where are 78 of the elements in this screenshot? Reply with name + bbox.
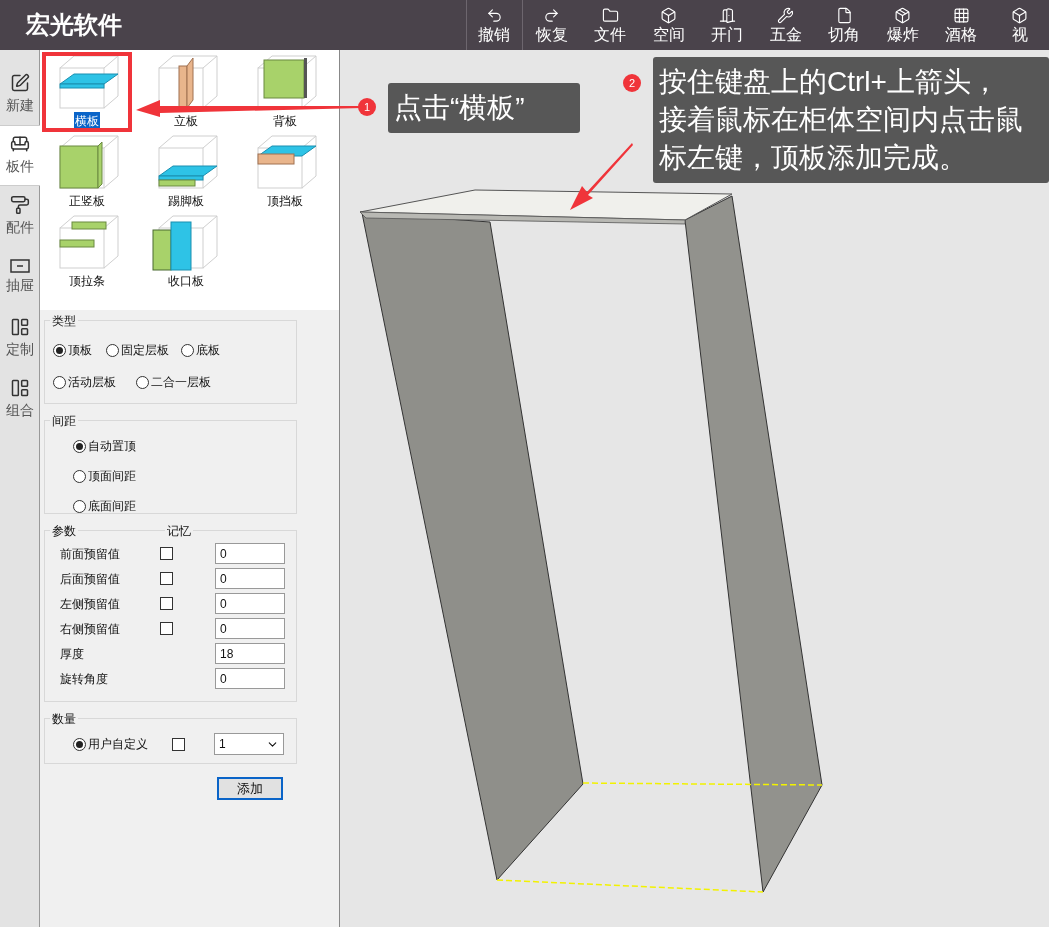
param-label: 右侧预留值: [59, 620, 121, 638]
value-input[interactable]: 0: [215, 543, 285, 564]
side-tab[interactable]: 抽屉: [0, 247, 39, 308]
side-tab[interactable]: 板件: [0, 125, 40, 186]
value-input[interactable]: 0: [215, 568, 285, 589]
board-type-item[interactable]: 收口板: [141, 212, 231, 292]
app-title: 宏光软件: [26, 10, 123, 40]
board-thumbnail-icon: [151, 212, 221, 272]
board-type-item[interactable]: 横板: [42, 52, 132, 132]
board-type-item[interactable]: 背板: [240, 52, 330, 132]
group-title: 间距: [50, 412, 78, 430]
undo-icon: [485, 7, 503, 24]
radio-option[interactable]: 自动置顶: [73, 437, 136, 455]
toolbar-button[interactable]: 文件: [581, 0, 640, 50]
callout-text: 接着鼠标在柜体空间内点击鼠: [659, 103, 1024, 137]
param-label: 前面预留值: [59, 545, 121, 563]
checkbox[interactable]: [160, 547, 173, 560]
toolbar-button[interactable]: 视: [990, 0, 1049, 50]
door-icon: [718, 7, 736, 24]
checkbox[interactable]: [172, 737, 185, 751]
checkbox[interactable]: [160, 597, 173, 610]
callout-text: 点击“横板”: [394, 91, 526, 125]
cube-icon: [1011, 7, 1029, 24]
folder-icon: [601, 7, 619, 24]
radio-option[interactable]: 活动层板: [53, 373, 116, 391]
board-type-item[interactable]: 顶拉条: [42, 212, 132, 292]
callout-text: 标左键，顶板添加完成。: [659, 141, 968, 175]
group-title: 参数: [50, 522, 78, 540]
radio-option[interactable]: 顶面间距: [73, 467, 136, 485]
toolbar-button[interactable]: 恢复: [522, 0, 581, 50]
board-type-item[interactable]: 踢脚板: [141, 132, 231, 212]
radio-option[interactable]: 底面间距: [73, 497, 136, 515]
radio-option[interactable]: 顶板: [53, 341, 92, 359]
param-label: 后面预留值: [59, 570, 121, 588]
checkbox[interactable]: [160, 622, 173, 635]
value-input[interactable]: 0: [215, 593, 285, 614]
drawer-icon: [9, 259, 30, 273]
value-input[interactable]: 0: [215, 668, 285, 689]
pointer-arrow: [568, 142, 634, 212]
board-type-item[interactable]: 顶挡板: [240, 132, 330, 212]
panel-layout-icon: [9, 378, 30, 398]
side-tab[interactable]: 配件: [0, 186, 39, 247]
callout-text: 按住键盘上的Ctrl+上箭头，: [659, 65, 1000, 99]
cube-icon: [660, 7, 678, 24]
side-tab[interactable]: 组合: [0, 369, 39, 430]
sofa-icon: [10, 134, 30, 154]
redo-icon: [543, 7, 561, 24]
param-label: 左侧预留值: [59, 595, 121, 613]
package-icon: [894, 7, 912, 24]
wrench-icon: [777, 7, 795, 24]
memory-header: 记忆: [165, 522, 193, 540]
value-input[interactable]: 0: [215, 618, 285, 639]
board-type-item[interactable]: 正竖板: [42, 132, 132, 212]
panel-layout-icon: [9, 317, 30, 337]
value-input[interactable]: 18: [215, 643, 285, 664]
param-label: 厚度: [59, 645, 85, 663]
toolbar-button[interactable]: 空间: [639, 0, 698, 50]
side-tab[interactable]: 定制: [0, 308, 39, 369]
group-title: 数量: [50, 710, 78, 728]
add-button[interactable]: 添加: [217, 777, 283, 800]
radio-option[interactable]: 固定层板: [106, 341, 169, 359]
toolbar-button[interactable]: 五金: [756, 0, 815, 50]
radio-option[interactable]: 用户自定义: [73, 735, 172, 753]
param-label: 旋转角度: [59, 670, 109, 688]
grid-icon: [952, 7, 970, 24]
radio-option[interactable]: 底板: [181, 341, 220, 359]
toolbar-button[interactable]: 爆炸: [873, 0, 932, 50]
quantity-dropdown[interactable]: 1: [214, 733, 284, 755]
side-tab[interactable]: 新建: [0, 64, 39, 125]
group-title: 类型: [50, 312, 78, 330]
paint-roller-icon: [9, 195, 30, 215]
toolbar-button[interactable]: 开门: [698, 0, 757, 50]
toolbar-button[interactable]: 酒格: [932, 0, 991, 50]
toolbar-button[interactable]: 切角: [815, 0, 874, 50]
file-icon: [835, 7, 853, 24]
checkbox[interactable]: [160, 572, 173, 585]
radio-option[interactable]: 二合一层板: [136, 373, 211, 391]
pen-square-icon: [9, 73, 30, 93]
